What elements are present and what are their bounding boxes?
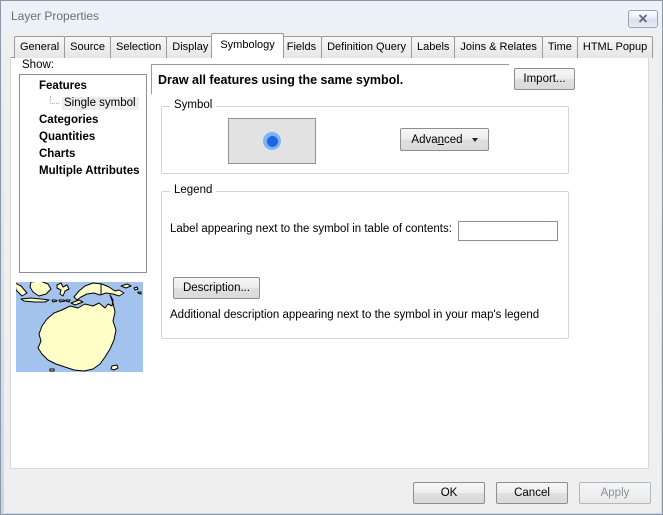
layer-properties-dialog: Layer Properties General Source Selectio… <box>0 0 663 515</box>
legend-label-input[interactable] <box>458 221 558 241</box>
tab-symbology[interactable]: Symbology <box>211 33 283 58</box>
close-button[interactable] <box>628 10 658 28</box>
title-bar: Layer Properties <box>1 1 662 31</box>
description-button[interactable]: Description... <box>173 277 260 299</box>
tab-html-popup[interactable]: HTML Popup <box>577 36 653 58</box>
symbol-groupbox: Symbol <box>161 106 569 174</box>
tab-display[interactable]: Display <box>166 36 214 58</box>
point-symbol-halo <box>263 132 281 150</box>
tab-joins-relates[interactable]: Joins & Relates <box>454 36 542 58</box>
renderer-tree: Features Single symbol Categories Quanti… <box>19 74 147 273</box>
renderer-description-box: Draw all features using the same symbol. <box>151 64 509 94</box>
tree-item-charts[interactable]: Charts <box>20 146 146 163</box>
additional-description-text: Additional description appearing next to… <box>170 309 539 321</box>
legend-label-text: Label appearing next to the symbol in ta… <box>170 223 452 235</box>
tree-item-multiple-attributes[interactable]: Multiple Attributes <box>20 163 146 180</box>
show-label: Show: <box>22 59 54 71</box>
advanced-button-label: Advanced <box>411 134 462 146</box>
tab-selection[interactable]: Selection <box>110 36 167 58</box>
tree-item-single-symbol[interactable]: Single symbol <box>20 95 146 112</box>
tree-item-quantities[interactable]: Quantities <box>20 129 146 146</box>
tab-source[interactable]: Source <box>64 36 111 58</box>
tree-item-features[interactable]: Features <box>20 78 146 95</box>
tree-item-label: Single symbol <box>62 97 139 110</box>
symbol-preview-button[interactable] <box>228 118 316 164</box>
tab-general[interactable]: General <box>14 36 65 58</box>
tab-time[interactable]: Time <box>542 36 578 58</box>
apply-button[interactable]: Apply <box>579 482 651 504</box>
advanced-dropdown-button[interactable]: Advanced <box>400 128 489 151</box>
tab-strip: General Source Selection Display Symbolo… <box>14 33 652 58</box>
renderer-description-text: Draw all features using the same symbol. <box>158 73 403 87</box>
legend-groupbox-label: Legend <box>170 184 216 196</box>
symbol-groupbox-label: Symbol <box>170 99 216 111</box>
window-title: Layer Properties <box>11 1 99 31</box>
australia-map-preview <box>16 282 143 372</box>
ok-button[interactable]: OK <box>413 482 485 504</box>
import-button[interactable]: Import... <box>514 68 575 90</box>
point-symbol-icon <box>267 136 278 147</box>
dropdown-arrow-icon <box>472 138 478 142</box>
close-icon <box>638 10 648 28</box>
tab-definition-query[interactable]: Definition Query <box>321 36 412 58</box>
tab-fields[interactable]: Fields <box>281 36 322 58</box>
cancel-button[interactable]: Cancel <box>496 482 568 504</box>
tree-branch-icon <box>50 96 59 104</box>
tree-item-categories[interactable]: Categories <box>20 112 146 129</box>
tab-labels[interactable]: Labels <box>411 36 455 58</box>
